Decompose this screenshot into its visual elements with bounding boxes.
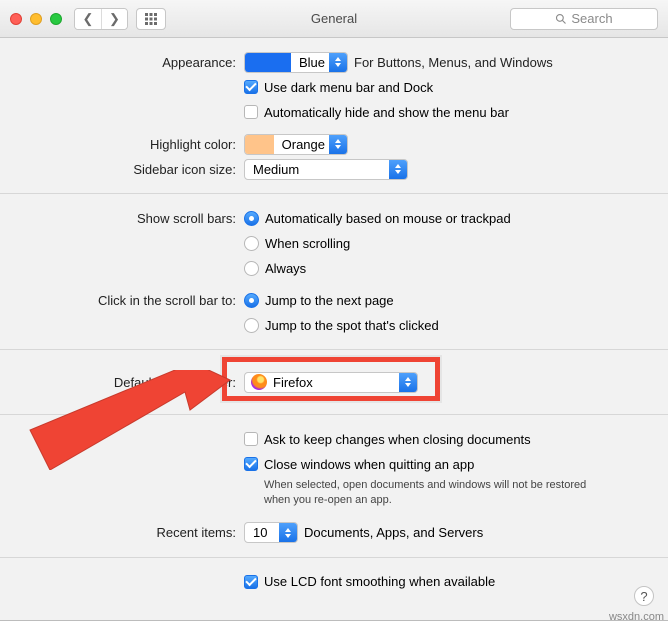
search-placeholder: Search xyxy=(571,11,612,26)
scroll-when-scrolling-radio[interactable] xyxy=(244,236,259,251)
click-scroll-spot-radio[interactable] xyxy=(244,318,259,333)
appearance-swatch xyxy=(245,53,291,72)
titlebar: ❮ ❯ General Search xyxy=(0,0,668,38)
scroll-always-radio[interactable] xyxy=(244,261,259,276)
auto-hide-menubar-checkbox[interactable] xyxy=(244,105,258,119)
close-windows-quit-checkbox[interactable] xyxy=(244,457,258,471)
click-scroll-spot-label: Jump to the spot that's clicked xyxy=(265,318,439,333)
content-area: Appearance: Blue For Buttons, Menus, and… xyxy=(0,38,668,620)
dark-menu-label: Use dark menu bar and Dock xyxy=(264,80,433,95)
highlight-swatch xyxy=(245,135,274,154)
scroll-always-label: Always xyxy=(265,261,306,276)
chevron-updown-icon xyxy=(329,135,347,154)
lcd-smoothing-label: Use LCD font smoothing when available xyxy=(264,574,495,589)
close-window-button[interactable] xyxy=(10,13,22,25)
watermark: wsxdn.com xyxy=(609,611,664,623)
show-scroll-bars-label: Show scroll bars: xyxy=(0,211,244,226)
scroll-auto-radio[interactable] xyxy=(244,211,259,226)
ask-keep-changes-checkbox[interactable] xyxy=(244,432,258,446)
click-scroll-next-radio[interactable] xyxy=(244,293,259,308)
nav-back-forward: ❮ ❯ xyxy=(74,8,128,30)
lcd-section: Use LCD font smoothing when available xyxy=(0,557,668,620)
scroll-section: Show scroll bars: Automatically based on… xyxy=(0,193,668,349)
chevron-updown-icon xyxy=(389,160,407,179)
dark-menu-checkbox[interactable] xyxy=(244,80,258,94)
scroll-auto-label: Automatically based on mouse or trackpad xyxy=(265,211,511,226)
close-windows-note: When selected, open documents and window… xyxy=(264,478,648,508)
auto-hide-menubar-label: Automatically hide and show the menu bar xyxy=(264,105,509,120)
recent-items-suffix: Documents, Apps, and Servers xyxy=(304,525,483,540)
sidebar-size-label: Sidebar icon size: xyxy=(0,162,244,177)
default-browser-label: Default web browser: xyxy=(0,375,244,390)
back-button[interactable]: ❮ xyxy=(75,9,101,29)
appearance-popup[interactable]: Blue xyxy=(244,52,348,73)
highlight-color-label: Highlight color: xyxy=(0,137,244,152)
appearance-hint: For Buttons, Menus, and Windows xyxy=(354,55,553,70)
show-all-button[interactable] xyxy=(136,8,166,30)
firefox-icon xyxy=(251,374,267,390)
appearance-label: Appearance: xyxy=(0,55,244,70)
highlight-color-popup[interactable]: Orange xyxy=(244,134,348,155)
documents-section: Ask to keep changes when closing documen… xyxy=(0,414,668,557)
click-scroll-label: Click in the scroll bar to: xyxy=(0,293,244,308)
search-field[interactable]: Search xyxy=(510,8,658,30)
chevron-updown-icon xyxy=(279,523,297,542)
sidebar-size-value: Medium xyxy=(245,162,321,177)
sidebar-size-popup[interactable]: Medium xyxy=(244,159,408,180)
forward-button[interactable]: ❯ xyxy=(101,9,127,29)
default-browser-popup[interactable]: Firefox xyxy=(244,372,418,393)
appearance-section: Appearance: Blue For Buttons, Menus, and… xyxy=(0,38,668,193)
chevron-updown-icon xyxy=(399,373,417,392)
general-preferences-window: ❮ ❯ General Search Appearance: Blue xyxy=(0,0,668,620)
search-icon xyxy=(555,13,567,25)
minimize-window-button[interactable] xyxy=(30,13,42,25)
click-scroll-next-label: Jump to the next page xyxy=(265,293,394,308)
zoom-window-button[interactable] xyxy=(50,13,62,25)
ask-keep-changes-label: Ask to keep changes when closing documen… xyxy=(264,432,531,447)
recent-items-label: Recent items: xyxy=(0,525,244,540)
help-button[interactable]: ? xyxy=(634,586,654,606)
default-browser-value: Firefox xyxy=(269,375,335,390)
close-windows-quit-label: Close windows when quitting an app xyxy=(264,457,474,472)
chevron-updown-icon xyxy=(329,53,347,72)
scroll-when-scrolling-label: When scrolling xyxy=(265,236,350,251)
recent-items-popup[interactable]: 10 xyxy=(244,522,298,543)
traffic-lights xyxy=(10,13,62,25)
lcd-smoothing-checkbox[interactable] xyxy=(244,575,258,589)
default-browser-section: Default web browser: Firefox xyxy=(0,349,668,414)
